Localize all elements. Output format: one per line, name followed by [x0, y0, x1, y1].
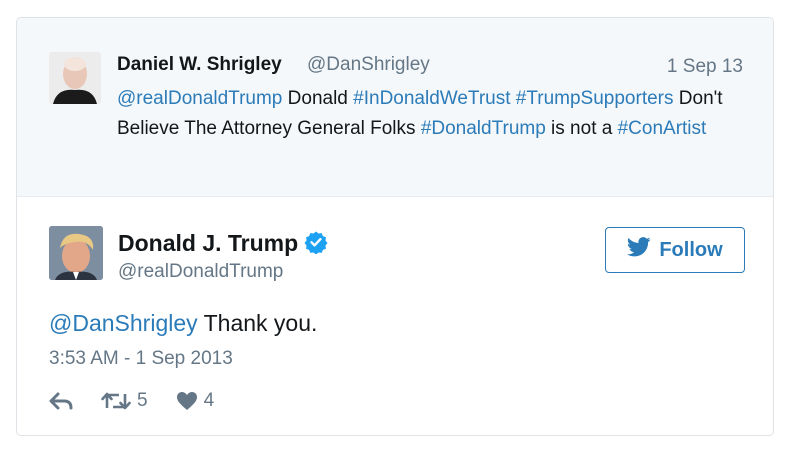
- parent-author-name[interactable]: Daniel W. Shrigley: [117, 54, 282, 76]
- parent-date[interactable]: 1 Sep 13: [667, 56, 743, 78]
- parent-tweet-text: @realDonaldTrump Donald #InDonaldWeTrust…: [117, 84, 757, 144]
- embedded-tweet-card: Daniel W. Shrigley @DanShrigley 1 Sep 13…: [16, 17, 774, 436]
- parent-avatar[interactable]: [49, 52, 101, 104]
- text-segment: is not a: [545, 118, 618, 139]
- follow-label: Follow: [659, 238, 723, 261]
- tweet-text: @DanShrigley Thank you.: [49, 310, 317, 337]
- follow-button[interactable]: Follow: [605, 227, 745, 273]
- mention-link[interactable]: @realDonaldTrump: [117, 88, 282, 109]
- parent-author-handle[interactable]: @DanShrigley: [307, 54, 430, 76]
- hashtag-link[interactable]: #InDonaldWeTrust: [353, 88, 510, 109]
- retweet-button[interactable]: 5: [101, 390, 148, 412]
- heart-icon: [176, 391, 198, 411]
- hashtag-link[interactable]: #TrumpSupporters: [516, 88, 674, 109]
- reply-icon: [49, 392, 73, 410]
- author-handle[interactable]: @realDonaldTrump: [118, 261, 283, 283]
- tweet-timestamp[interactable]: 3:53 AM - 1 Sep 2013: [49, 348, 233, 370]
- author-avatar[interactable]: [49, 226, 103, 280]
- retweet-icon: [101, 391, 131, 411]
- tweet-actions: 5 4: [49, 389, 214, 413]
- author-name[interactable]: Donald J. Trump: [118, 230, 298, 256]
- hashtag-link[interactable]: #DonaldTrump: [421, 118, 546, 139]
- parent-tweet[interactable]: Daniel W. Shrigley @DanShrigley 1 Sep 13…: [17, 18, 773, 197]
- mention-link[interactable]: @DanShrigley: [49, 310, 198, 336]
- hashtag-link[interactable]: #ConArtist: [618, 118, 707, 139]
- retweet-count: 5: [137, 390, 148, 411]
- verified-badge-icon: [304, 230, 328, 255]
- text-segment: Donald: [282, 88, 354, 109]
- author-name-row[interactable]: Donald J. Trump: [118, 230, 328, 257]
- reply-button[interactable]: [49, 392, 73, 410]
- twitter-bird-icon: [627, 237, 651, 263]
- like-button[interactable]: 4: [176, 390, 215, 412]
- text-segment: Thank you.: [197, 310, 318, 336]
- like-count: 4: [203, 390, 215, 411]
